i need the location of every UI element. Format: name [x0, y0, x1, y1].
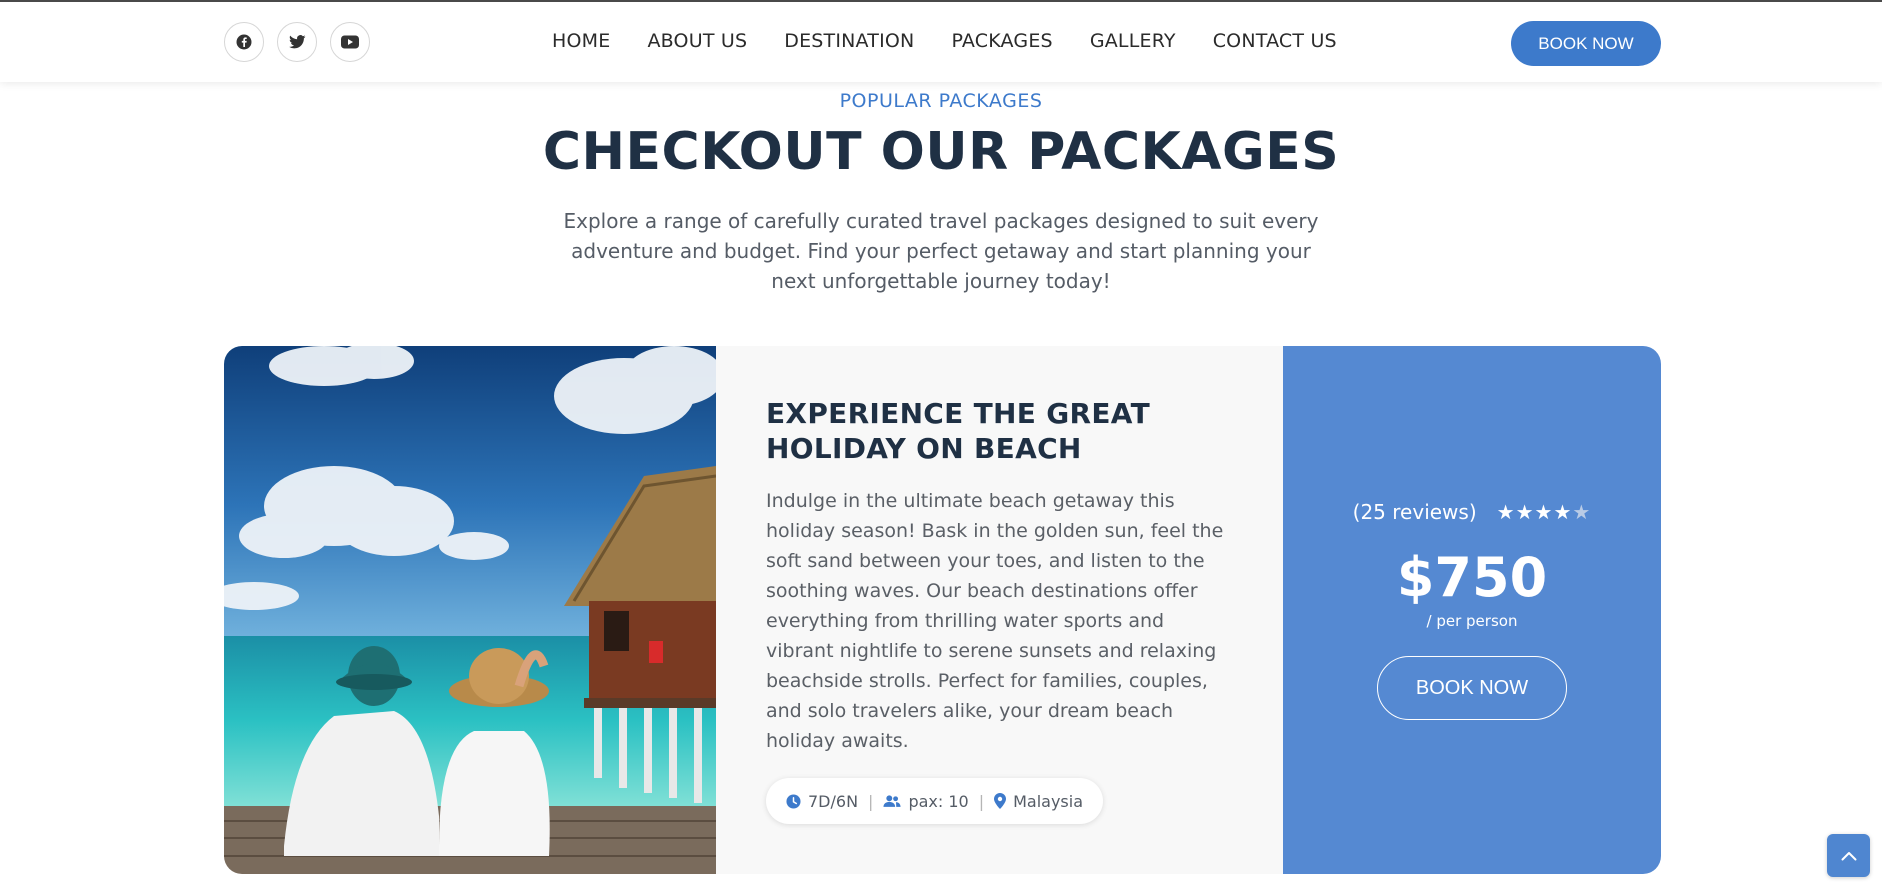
clock-icon [786, 793, 801, 809]
price-panel: (25 reviews) ★★★★★ $750 / per person BOO… [1283, 346, 1661, 874]
facebook-link[interactable] [224, 22, 264, 62]
package-book-now-button[interactable]: BOOK NOW [1377, 656, 1567, 720]
package-meta: 7D/6N | pax: 10 | Malaysia [766, 778, 1104, 824]
price-unit: / per person [1426, 612, 1518, 630]
twitter-icon [288, 35, 306, 49]
star-icon: ★ [1515, 500, 1535, 524]
pax-item: pax: 10 [883, 791, 969, 811]
pax-value: pax: 10 [908, 791, 969, 811]
nav-destination[interactable]: DESTINATION [784, 30, 914, 52]
scroll-to-top-button[interactable] [1827, 834, 1870, 877]
star-icon: ★ [1553, 500, 1573, 524]
youtube-icon [341, 35, 359, 49]
package-title: EXPERIENCE THE GREAT HOLIDAY ON BEACH [766, 397, 1150, 465]
package-photo [224, 346, 716, 874]
nav-contact-us[interactable]: CONTACT US [1213, 30, 1337, 52]
star-icon: ★ [1534, 500, 1554, 524]
location-item: Malaysia [994, 792, 1083, 811]
nav-gallery[interactable]: GALLERY [1090, 30, 1176, 52]
package-card: EXPERIENCE THE GREAT HOLIDAY ON BEACH In… [224, 346, 1661, 874]
youtube-link[interactable] [330, 22, 370, 62]
section-eyebrow: POPULAR PACKAGES [839, 90, 1043, 112]
duration-value: 7D/6N [808, 791, 859, 811]
site-header: HOME ABOUT US DESTINATION PACKAGES GALLE… [0, 0, 1882, 82]
twitter-link[interactable] [277, 22, 317, 62]
map-pin-icon [994, 793, 1007, 809]
section-title: CHECKOUT OUR PACKAGES [542, 122, 1340, 182]
main-nav: HOME ABOUT US DESTINATION PACKAGES GALLE… [552, 30, 1337, 52]
nav-home[interactable]: HOME [552, 30, 610, 52]
package-info: EXPERIENCE THE GREAT HOLIDAY ON BEACH In… [716, 346, 1283, 874]
section-intro: Explore a range of carefully curated tra… [563, 209, 1319, 293]
nav-about-us[interactable]: ABOUT US [647, 30, 747, 52]
nav-packages[interactable]: PACKAGES [951, 30, 1052, 52]
location-value: Malaysia [1013, 791, 1084, 811]
meta-divider: | [868, 791, 874, 811]
package-price: $750 [1396, 546, 1548, 609]
chevron-up-icon [1841, 851, 1856, 860]
star-icon: ★ [1496, 500, 1516, 524]
rating-stars: ★★★★★ [1497, 500, 1592, 524]
reviews-count: (25 reviews) [1352, 500, 1477, 524]
package-description: Indulge in the ultimate beach getaway th… [766, 490, 1224, 752]
users-icon [883, 795, 901, 807]
header-book-now-button[interactable]: BOOK NOW [1511, 21, 1661, 66]
facebook-icon [236, 34, 252, 50]
star-empty-icon: ★ [1572, 500, 1592, 524]
meta-divider: | [978, 791, 985, 811]
duration-item: 7D/6N [786, 792, 858, 811]
reviews-row: (25 reviews) ★★★★★ [1283, 500, 1661, 524]
social-links [224, 22, 370, 62]
